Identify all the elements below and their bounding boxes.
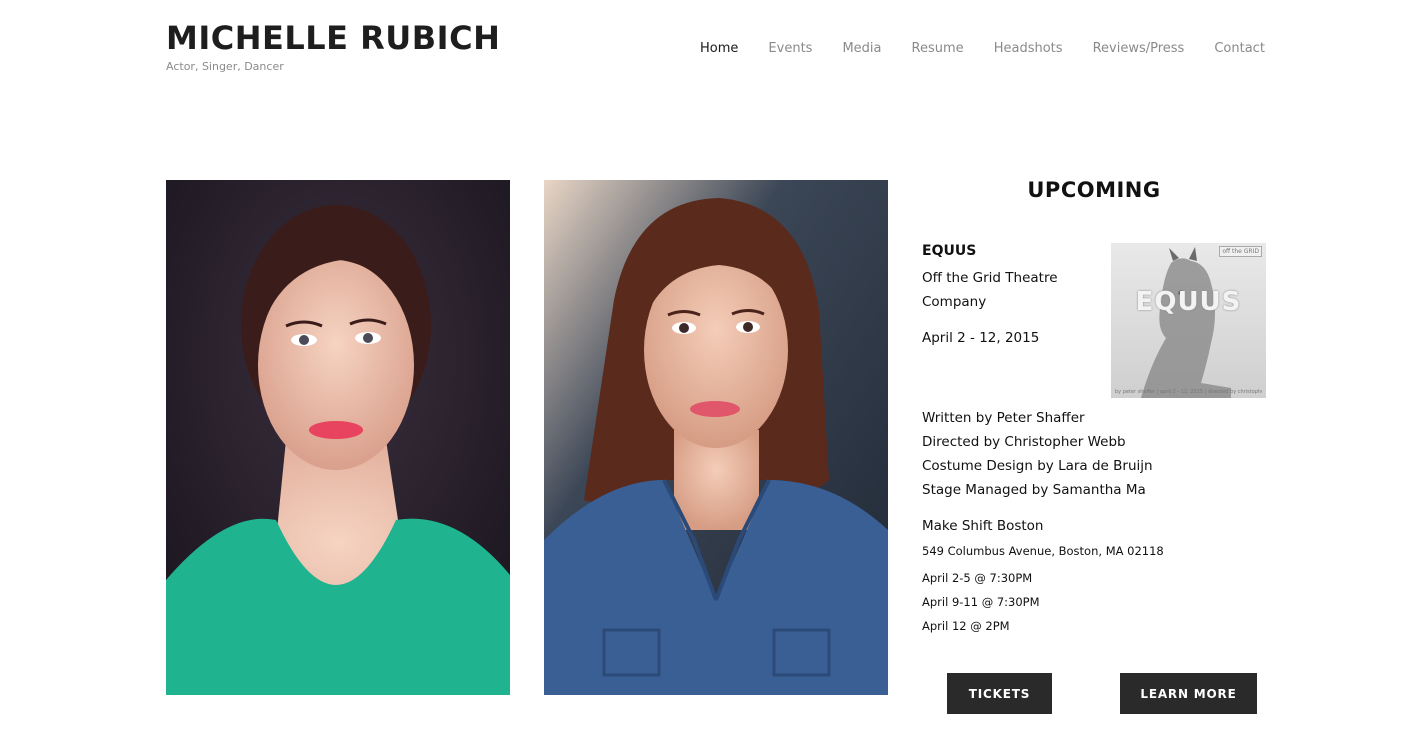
event-company-line: Company	[922, 294, 987, 310]
site-title[interactable]: MICHELLE RUBICH	[166, 18, 500, 58]
nav-headshots[interactable]: Headshots	[994, 41, 1063, 56]
upcoming-heading: UPCOMING	[1027, 178, 1161, 202]
nav-contact[interactable]: Contact	[1214, 41, 1265, 56]
horse-image	[1141, 247, 1231, 398]
event-company-line: Off the Grid Theatre	[922, 270, 1058, 286]
event-company: Off the Grid Theatre Company	[922, 266, 1072, 314]
poster-title: EQUUS	[1135, 287, 1242, 317]
event-credits: Written by Peter Shaffer Directed by Chr…	[922, 406, 1153, 502]
nav-home[interactable]: Home	[700, 41, 738, 56]
credit-line: Stage Managed by Samantha Ma	[922, 482, 1146, 498]
learn-more-button[interactable]: LEARN MORE	[1120, 673, 1257, 714]
nav-events[interactable]: Events	[768, 41, 812, 56]
event-dates: April 2 - 12, 2015	[922, 330, 1040, 346]
showtimes: April 2-5 @ 7:30PM April 9-11 @ 7:30PM A…	[922, 566, 1040, 638]
headshot-photo-teal	[166, 180, 510, 695]
showtime-line: April 9-11 @ 7:30PM	[922, 595, 1040, 609]
credit-line: Costume Design by Lara de Bruijn	[922, 458, 1153, 474]
poster-logo: off the GRID	[1219, 246, 1262, 257]
nav-resume[interactable]: Resume	[912, 41, 964, 56]
venue-name: Make Shift Boston	[922, 518, 1044, 534]
showtime-line: April 2-5 @ 7:30PM	[922, 571, 1033, 585]
credit-line: Directed by Christopher Webb	[922, 434, 1126, 450]
site-tagline: Actor, Singer, Dancer	[166, 60, 284, 73]
event-title: EQUUS	[922, 243, 977, 259]
poster-caption: by peter shaffer | april 2 - 12, 2015 | …	[1115, 389, 1262, 395]
event-poster-image: off the GRID EQUUS by peter shaffer | ap…	[1111, 243, 1266, 398]
main-nav: Home Events Media Resume Headshots Revie…	[700, 41, 1265, 56]
tickets-button[interactable]: TICKETS	[947, 673, 1052, 714]
venue-address: 549 Columbus Avenue, Boston, MA 02118	[922, 544, 1164, 558]
showtime-line: April 12 @ 2PM	[922, 619, 1010, 633]
credit-line: Written by Peter Shaffer	[922, 410, 1085, 426]
nav-reviews-press[interactable]: Reviews/Press	[1093, 41, 1185, 56]
nav-media[interactable]: Media	[842, 41, 881, 56]
headshot-photo-denim	[544, 180, 888, 695]
